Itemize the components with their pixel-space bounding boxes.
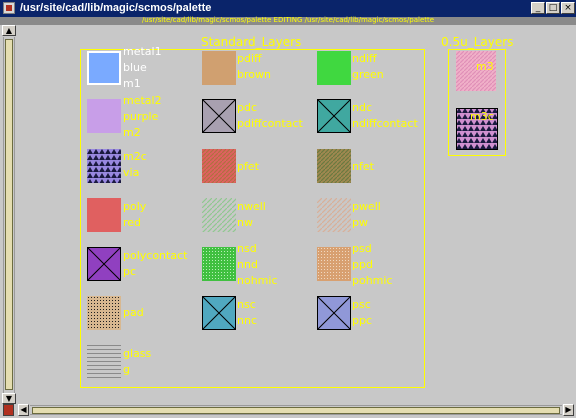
standard-layers-title: Standard_Layers <box>201 35 302 49</box>
scroll-down-arrow-icon[interactable]: ▼ <box>2 393 16 404</box>
label-m1: m1 <box>123 77 141 90</box>
label-nsd: nsd <box>237 242 257 255</box>
scroll-up-arrow-icon[interactable]: ▲ <box>2 25 16 36</box>
label-brown: brown <box>237 68 271 81</box>
label-metal1: metal1 <box>123 45 162 58</box>
app-icon <box>3 2 15 14</box>
swatch-pdiff[interactable] <box>202 51 236 85</box>
label-ppd: ppd <box>352 258 373 271</box>
window-title: /usr/site/cad/lib/magic/scmos/palette <box>20 2 212 14</box>
label-red: red <box>123 216 142 229</box>
swatch-psd[interactable] <box>317 247 351 281</box>
label-psd: psd <box>352 242 372 255</box>
label-pdc: pdc <box>237 101 258 114</box>
swatch-pad[interactable] <box>87 296 121 330</box>
label-ndiff: ndiff <box>352 52 377 65</box>
label-poly: poly <box>123 200 147 213</box>
label-pohmic: pohmic <box>352 274 393 287</box>
label-pdiffcontact: pdiffcontact <box>237 117 303 130</box>
close-button[interactable]: × <box>561 2 575 14</box>
swatch-pfet[interactable] <box>202 149 236 183</box>
label-m3: m3 <box>476 60 494 73</box>
swatch-ndc[interactable] <box>317 99 351 133</box>
swatch-ndiff[interactable] <box>317 51 351 85</box>
corner-box[interactable] <box>3 404 14 416</box>
label-nnc: nnc <box>237 314 257 327</box>
label-m2: m2 <box>123 126 141 139</box>
swatch-metal1[interactable] <box>87 51 121 85</box>
label-g: g <box>123 363 130 376</box>
label-nfet: nfet <box>352 160 374 173</box>
label-pdiff: pdiff <box>237 52 262 65</box>
label-green: green <box>352 68 384 81</box>
swatch-nsd[interactable] <box>202 247 236 281</box>
horizontal-scroll-thumb[interactable] <box>32 407 560 414</box>
swatch-psc[interactable] <box>317 296 351 330</box>
label-pad: pad <box>123 306 144 319</box>
swatch-nfet[interactable] <box>317 149 351 183</box>
label-psc: psc <box>352 298 371 311</box>
label-ppc: ppc <box>352 314 373 327</box>
label-glass: glass <box>123 347 152 360</box>
swatch-polycontact[interactable] <box>87 247 121 281</box>
label-purple: purple <box>123 110 159 123</box>
label-pfet: pfet <box>237 160 259 173</box>
label-nnd: nnd <box>237 258 258 271</box>
swatch-glass[interactable] <box>87 345 121 379</box>
window-titlebar[interactable]: /usr/site/cad/lib/magic/scmos/palette _ … <box>0 0 576 17</box>
swatch-nwell[interactable] <box>202 198 236 232</box>
swatch-pwell[interactable] <box>317 198 351 232</box>
label-nwell: nwell <box>237 200 266 213</box>
scroll-right-arrow-icon[interactable]: ▶ <box>563 404 574 416</box>
label-nsc: nsc <box>237 298 256 311</box>
label-ndiffcontact: ndiffcontact <box>352 117 418 130</box>
edit-caption-bar: /usr/site/cad/lib/magic/scmos/palette ED… <box>0 16 576 25</box>
label-via: via <box>123 166 140 179</box>
swatch-poly[interactable] <box>87 198 121 232</box>
swatch-metal2[interactable] <box>87 99 121 133</box>
swatch-nsc[interactable] <box>202 296 236 330</box>
edit-caption: /usr/site/cad/lib/magic/scmos/palette ED… <box>141 16 435 24</box>
label-nohmic: nohmic <box>237 274 278 287</box>
vertical-scrollbar[interactable]: ▲ ▼ <box>2 25 16 404</box>
label-ndc: ndc <box>352 101 373 114</box>
label-m2c: m2c <box>123 150 147 163</box>
vertical-scroll-thumb[interactable] <box>5 39 13 390</box>
maximize-button[interactable]: □ <box>546 2 560 14</box>
label-metal2: metal2 <box>123 94 162 107</box>
minimize-button[interactable]: _ <box>531 2 545 14</box>
label-polycontact: polycontact <box>123 249 188 262</box>
label-nw: nw <box>237 216 253 229</box>
horizontal-scrollbar[interactable]: ◀ ▶ <box>18 404 574 416</box>
scroll-left-arrow-icon[interactable]: ◀ <box>18 404 29 416</box>
label-pwell: pwell <box>352 200 381 213</box>
label-pc: pc <box>123 265 137 278</box>
swatch-pdc[interactable] <box>202 99 236 133</box>
label-pw: pw <box>352 216 368 229</box>
swatch-m2c[interactable] <box>87 149 121 183</box>
pointfive-layers-title: 0.5u_Layers <box>441 35 514 49</box>
label-m3c: m3c <box>470 110 494 123</box>
label-blue: blue <box>123 61 147 74</box>
